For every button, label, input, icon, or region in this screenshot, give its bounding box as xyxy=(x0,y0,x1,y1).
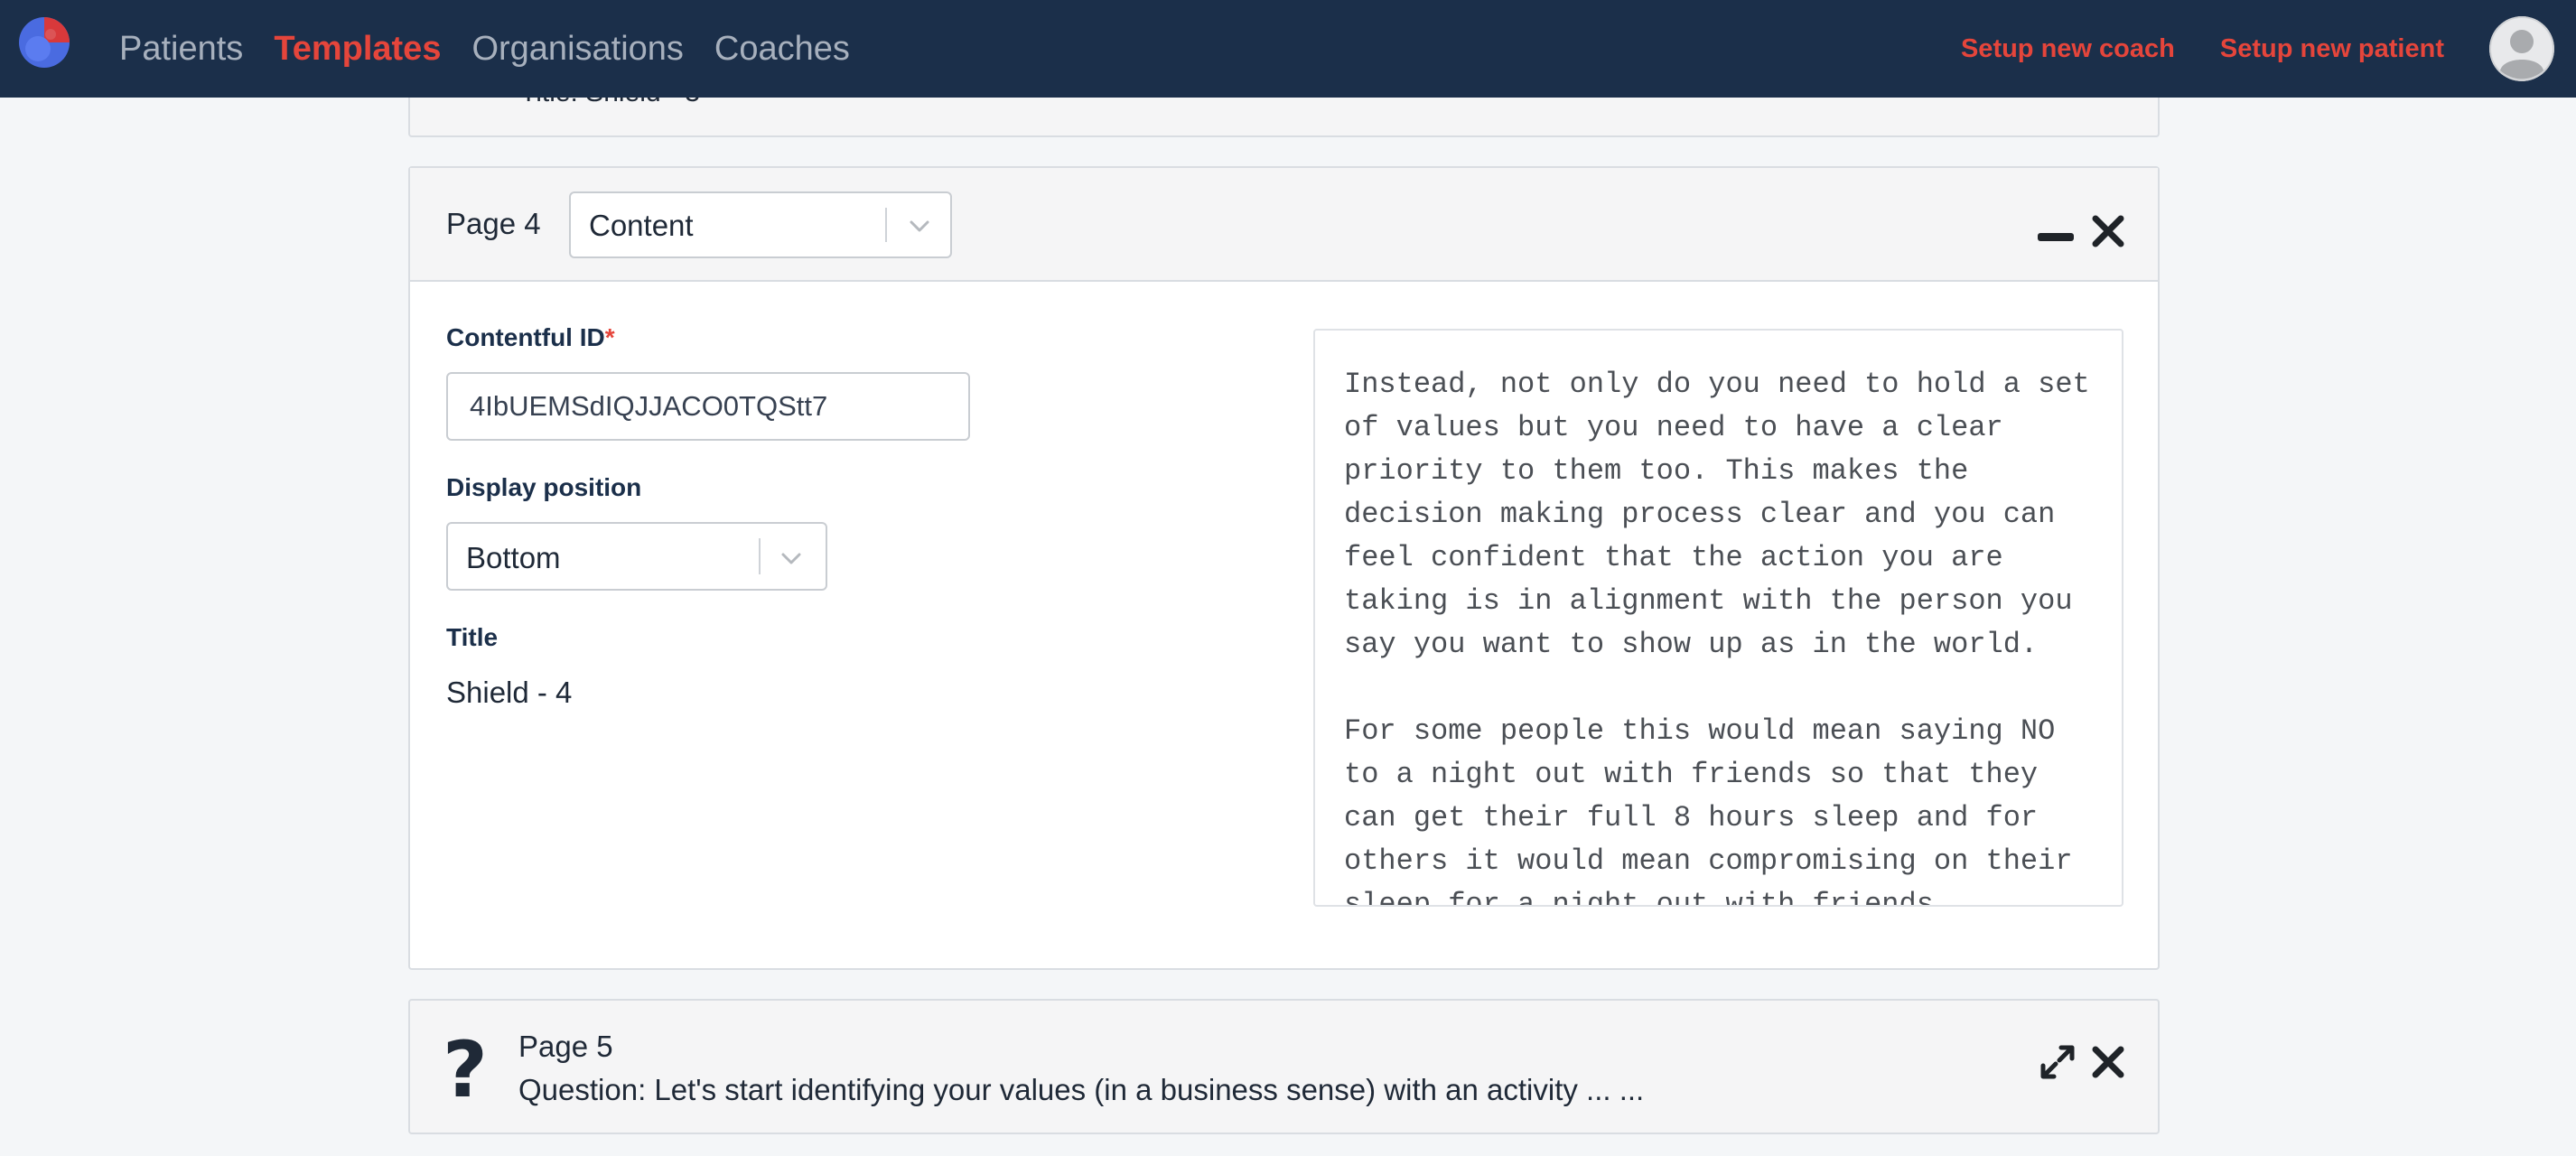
nav-link-templates[interactable]: Templates xyxy=(274,30,441,69)
app-logo-icon[interactable] xyxy=(18,16,70,69)
page-type-value: Content xyxy=(589,209,694,242)
display-position-label: Display position xyxy=(446,473,642,501)
title-label: Title xyxy=(446,623,499,651)
expand-icon[interactable] xyxy=(2039,1044,2076,1080)
user-avatar-icon[interactable] xyxy=(2489,16,2554,81)
nav-actions: Setup new coach Setup new patient xyxy=(1961,0,2576,98)
nav-link-coaches[interactable]: Coaches xyxy=(714,30,850,69)
content-preview[interactable]: Instead, not only do you need to hold a … xyxy=(1313,329,2123,907)
top-navigation-bar: Patients Templates Organisations Coaches… xyxy=(0,0,2576,98)
close-icon[interactable] xyxy=(2092,215,2124,247)
select-separator xyxy=(759,538,761,574)
preview-paragraph: For some people this would mean saying N… xyxy=(1344,714,2073,907)
nav-link-patients[interactable]: Patients xyxy=(119,30,243,69)
contentful-id-label: Contentful ID* xyxy=(446,323,615,352)
setup-new-coach-link[interactable]: Setup new coach xyxy=(1961,34,2175,64)
page-5-label: Page 5 xyxy=(518,1030,613,1063)
title-value: Shield - 4 xyxy=(446,676,573,709)
page-4-panel: Page 4 Content Contentful ID* Display po… xyxy=(408,166,2160,970)
chevron-down-icon xyxy=(910,220,929,232)
page-5-panel[interactable]: ? Page 5 Question: Let's start identifyi… xyxy=(408,999,2160,1134)
page-4-header: Page 4 Content xyxy=(410,168,2158,282)
setup-new-patient-link[interactable]: Setup new patient xyxy=(2220,34,2444,64)
select-separator xyxy=(885,208,887,242)
contentful-id-input[interactable] xyxy=(446,372,970,441)
preview-paragraph: Instead, not only do you need to hold a … xyxy=(1344,368,2090,661)
page-5-summary: Question: Let's start identifying your v… xyxy=(518,1073,1645,1106)
display-position-value: Bottom xyxy=(466,541,561,574)
chevron-down-icon xyxy=(781,553,801,564)
display-position-select[interactable]: Bottom xyxy=(446,522,827,591)
primary-nav: Patients Templates Organisations Coaches xyxy=(119,0,881,98)
nav-link-organisations[interactable]: Organisations xyxy=(471,30,683,69)
page-4-label: Page 4 xyxy=(446,207,541,240)
minimize-icon[interactable] xyxy=(2038,231,2076,244)
required-marker: * xyxy=(604,323,615,351)
contentful-id-label-text: Contentful ID xyxy=(446,323,605,351)
question-icon: ? xyxy=(443,1025,488,1115)
page-type-select[interactable]: Content xyxy=(569,191,952,258)
close-icon[interactable] xyxy=(2092,1046,2124,1078)
